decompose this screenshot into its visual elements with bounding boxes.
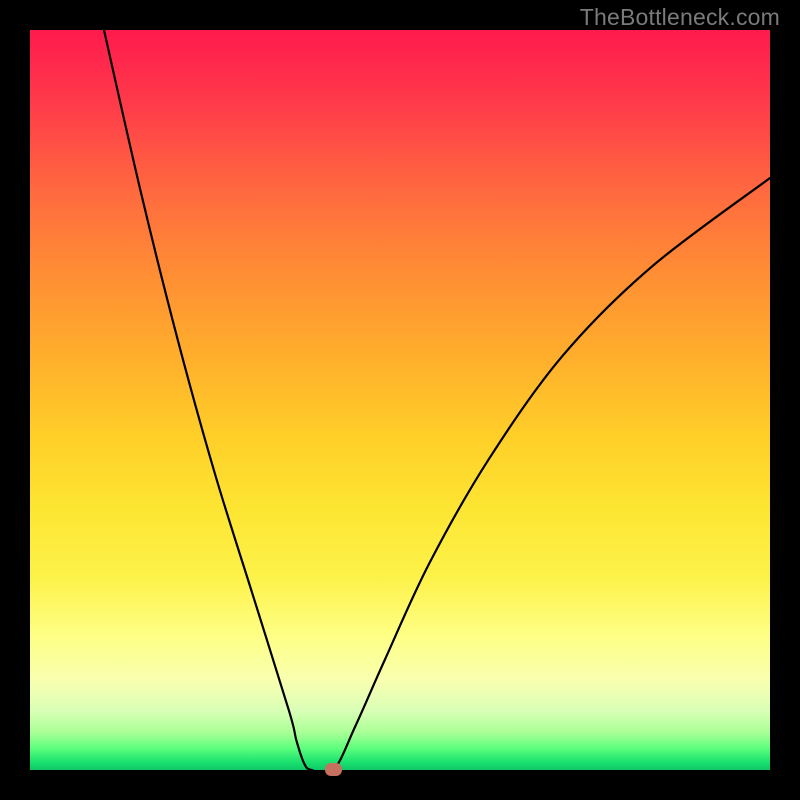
- plot-area: [30, 30, 770, 770]
- optimal-point-marker: [325, 763, 342, 776]
- chart-frame: TheBottleneck.com: [0, 0, 800, 800]
- bottleneck-curve: [30, 30, 770, 770]
- watermark-text: TheBottleneck.com: [580, 4, 780, 31]
- curve-path: [104, 30, 770, 770]
